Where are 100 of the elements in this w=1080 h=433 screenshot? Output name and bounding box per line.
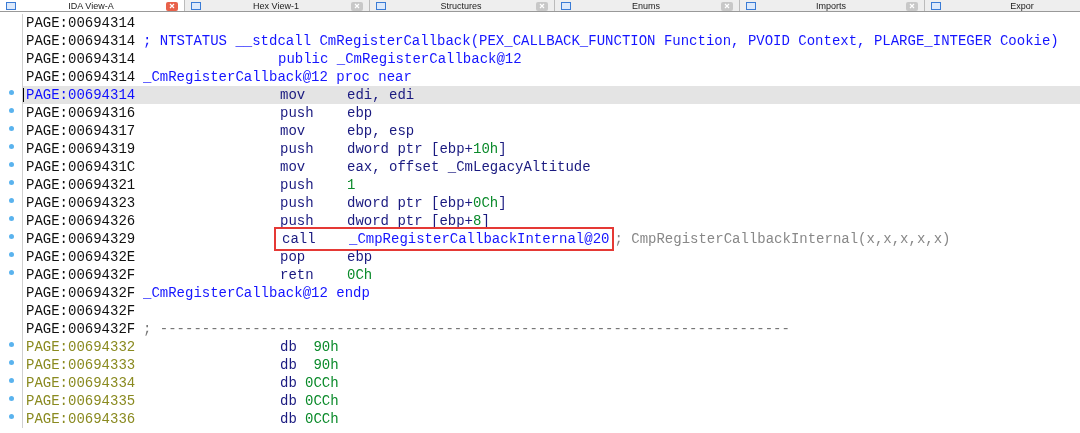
- address: PAGE:0069432E: [26, 247, 135, 267]
- mnemonic: db: [280, 373, 298, 393]
- address: PAGE:0069431C: [26, 157, 135, 177]
- mnemonic: mov: [280, 121, 307, 141]
- mnemonic: push: [280, 211, 315, 231]
- address: PAGE:00694334: [26, 373, 135, 393]
- code-line[interactable]: PAGE:00694314 _CmRegisterCallback@12 proc near: [0, 68, 1080, 86]
- text-cursor: [23, 88, 24, 102]
- address: PAGE:00694317: [26, 121, 135, 141]
- code-line[interactable]: PAGE:00694319 push dword ptr [ebp+10h]: [0, 140, 1080, 158]
- window-icon: [191, 2, 201, 10]
- directive: public _CmRegisterCallback@12: [278, 49, 522, 69]
- address: PAGE:00694314: [26, 67, 135, 87]
- window-icon: [931, 2, 941, 10]
- address: PAGE:00694314: [26, 31, 135, 51]
- code-line[interactable]: PAGE:00694333 db 90h: [0, 356, 1080, 374]
- code-line[interactable]: PAGE:00694332 db 90h: [0, 338, 1080, 356]
- operand: 0CCh: [305, 391, 339, 411]
- address: PAGE:0069432F: [26, 265, 135, 285]
- window-icon: [376, 2, 386, 10]
- operand: 8: [473, 211, 482, 231]
- code-line[interactable]: PAGE:00694317 mov ebp, esp: [0, 122, 1080, 140]
- code-line[interactable]: PAGE:00694314 ; NTSTATUS __stdcall CmRegisterCallback(PEX_CALLBACK_FUNCTION Function, PVOID Context, PLARGE_INTEGER Cookie): [0, 32, 1080, 50]
- window-icon: [561, 2, 571, 10]
- address: PAGE:00694326: [26, 211, 135, 231]
- close-button[interactable]: [166, 1, 178, 11]
- operand: edi, edi: [347, 85, 415, 105]
- separator-comment: ; ---------------------------------------------------------------------------: [143, 319, 790, 339]
- operand: dword ptr [ebp+: [347, 139, 474, 159]
- code-label: _CmRegisterCallback@12 proc near: [143, 67, 412, 87]
- address: PAGE:00694323: [26, 193, 135, 213]
- close-button[interactable]: [351, 1, 363, 11]
- address: PAGE:00694316: [26, 103, 135, 123]
- mnemonic: push: [280, 103, 315, 123]
- comment: ; CmpRegisterCallbackInternal(x,x,x,x,x): [614, 229, 951, 249]
- operand: _CmpRegisterCallbackInternal@20: [349, 229, 610, 249]
- address: PAGE:00694314: [26, 85, 135, 105]
- operand: dword ptr [ebp+: [347, 211, 474, 231]
- code-line[interactable]: PAGE:0069432F retn 0Ch: [0, 266, 1080, 284]
- close-button[interactable]: [721, 1, 733, 11]
- code-line[interactable]: PAGE:00694329 call _CmpRegisterCallbackInternal@20 ; CmpRegisterCallbackInternal(x,x,x,x,x): [0, 230, 1080, 248]
- mnemonic: db: [280, 355, 298, 375]
- mnemonic: db: [280, 409, 298, 429]
- operand: ebp: [347, 247, 373, 267]
- mnemonic: pop: [280, 247, 307, 267]
- tab[interactable]: IDA View-A: [0, 0, 185, 11]
- code-line[interactable]: PAGE:0069432E pop ebp: [0, 248, 1080, 266]
- address: PAGE:00694336: [26, 409, 135, 429]
- address: PAGE:00694314: [26, 13, 135, 33]
- mnemonic: push: [280, 175, 315, 195]
- code-line[interactable]: PAGE:0069432F _CmRegisterCallback@12 endp: [0, 284, 1080, 302]
- operand: 0Ch: [347, 265, 373, 285]
- address: PAGE:00694321: [26, 175, 135, 195]
- operand: 0CCh: [305, 373, 339, 393]
- code-label: ; NTSTATUS __stdcall CmRegisterCallback(PEX_CALLBACK_FUNCTION Function, PVOID Context, PLARGE_INTEGER Cookie): [143, 31, 1059, 51]
- address: PAGE:00694314: [26, 49, 135, 69]
- mnemonic: retn: [280, 265, 315, 285]
- code-line[interactable]: PAGE:00694316 push ebp: [0, 104, 1080, 122]
- address: PAGE:00694332: [26, 337, 135, 357]
- mnemonic: db: [280, 391, 298, 411]
- code-line[interactable]: PAGE:00694314: [0, 14, 1080, 32]
- mnemonic: mov: [280, 85, 307, 105]
- operand: 90h: [312, 355, 339, 375]
- code-line[interactable]: PAGE:00694334 db 0CCh: [0, 374, 1080, 392]
- close-button[interactable]: [906, 1, 918, 11]
- code-line[interactable]: PAGE:00694335 db 0CCh: [0, 392, 1080, 410]
- close-button[interactable]: [536, 1, 548, 11]
- window-icon: [6, 2, 16, 10]
- operand: dword ptr [ebp+: [347, 193, 474, 213]
- operand: eax, offset _CmLegacyAltitude: [347, 157, 591, 177]
- mnemonic: db: [280, 337, 298, 357]
- operand: ebp, esp: [347, 121, 415, 141]
- window-icon: [746, 2, 756, 10]
- address: PAGE:00694333: [26, 355, 135, 375]
- address: PAGE:00694335: [26, 391, 135, 411]
- mnemonic: mov: [280, 157, 307, 177]
- code-line[interactable]: PAGE:0069432F ; ---------------------------------------------------------------------------: [0, 320, 1080, 338]
- mnemonic: call: [282, 229, 317, 249]
- code-line[interactable]: PAGE:0069431C mov eax, offset _CmLegacyAltitude: [0, 158, 1080, 176]
- operand: 0CCh: [305, 409, 339, 429]
- operand: 0Ch: [473, 193, 499, 213]
- code-line[interactable]: PAGE:0069432F: [0, 302, 1080, 320]
- operand: 1: [347, 175, 356, 195]
- address: PAGE:0069432F: [26, 301, 135, 321]
- operand: ]: [498, 139, 507, 159]
- mnemonic: push: [280, 193, 315, 213]
- code-line[interactable]: PAGE:00694323 push dword ptr [ebp+0Ch]: [0, 194, 1080, 212]
- address: PAGE:0069432F: [26, 319, 135, 339]
- mnemonic: push: [280, 139, 315, 159]
- code-line[interactable]: PAGE:00694321 push 1: [0, 176, 1080, 194]
- operand: 90h: [312, 337, 339, 357]
- address: PAGE:00694329: [26, 229, 135, 249]
- code-line[interactable]: PAGE:00694336 db 0CCh: [0, 410, 1080, 428]
- code-line[interactable]: PAGE:00694314 public _CmRegisterCallback@12: [0, 50, 1080, 68]
- address: PAGE:0069432F: [26, 283, 135, 303]
- operand: ebp: [347, 103, 373, 123]
- code-label: _CmRegisterCallback@12 endp: [143, 283, 370, 303]
- operand: 10h: [473, 139, 499, 159]
- operand: ]: [498, 193, 507, 213]
- address: PAGE:00694319: [26, 139, 135, 159]
